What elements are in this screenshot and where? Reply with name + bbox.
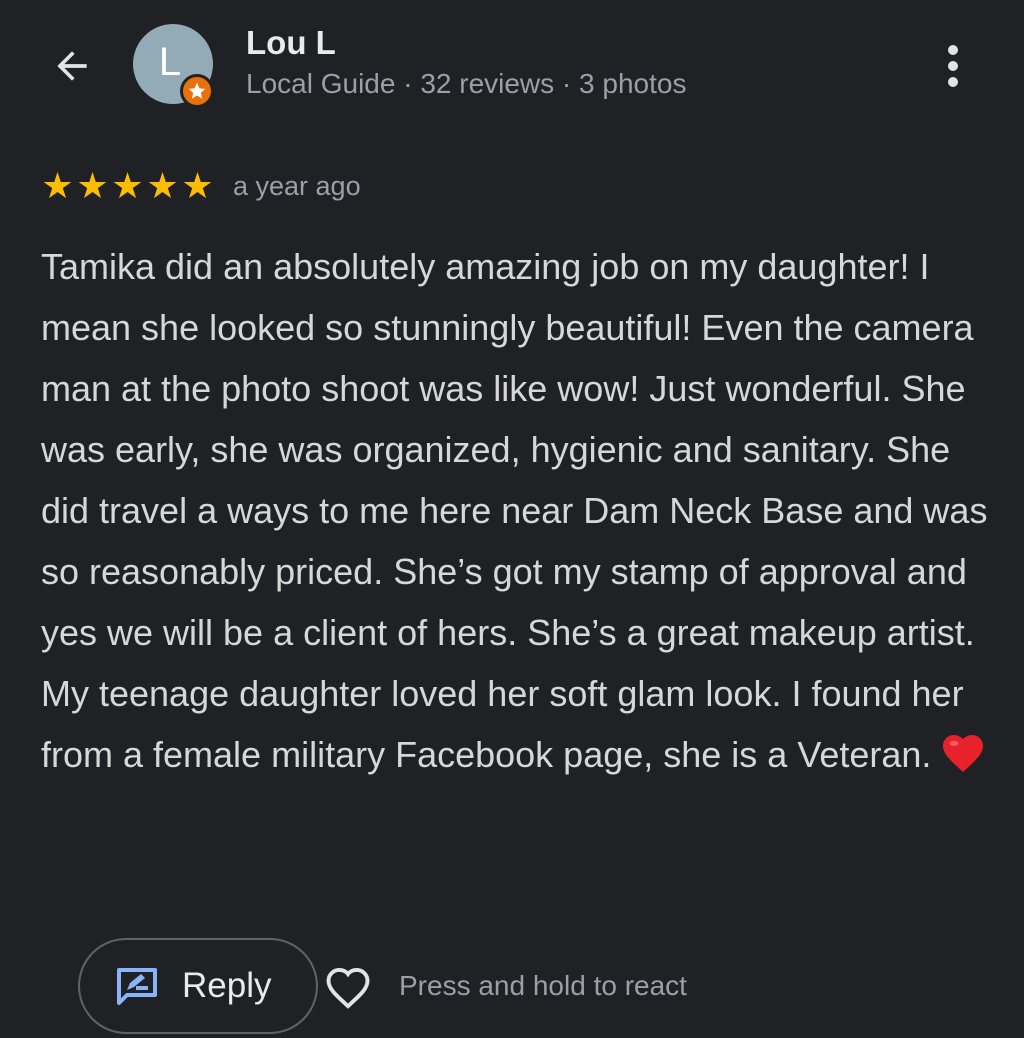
reply-edit-icon [117,968,157,1005]
review-time: a year ago [233,170,361,201]
reply-label: Reply [182,966,272,1005]
heart-outline-icon [326,968,370,1009]
user-name[interactable]: Lou L [246,24,336,62]
back-button[interactable] [44,38,100,94]
user-meta: Local Guide · 32 reviews · 3 photos [246,68,687,99]
rating-row: ★ ★ ★ ★ ★ a year ago [40,166,361,206]
arrow-back-icon [57,51,87,81]
local-guide-badge [180,74,214,108]
avatar-letter: L [158,39,182,84]
review-header: L Lou L Local Guide · 32 reviews · 3 pho… [0,0,1024,140]
react-hint: Press and hold to react [399,970,687,1001]
star-icon: ★ [76,165,109,206]
local-guide-star-icon [188,82,206,99]
more-options-button[interactable] [930,38,976,94]
star-icon: ★ [111,165,144,206]
reply-button[interactable]: Reply [78,938,318,1034]
star-icon: ★ [146,165,179,206]
star-icon: ★ [41,165,74,206]
review-text: Tamika did an absolutely amazing job on … [41,246,988,775]
star-icon: ★ [181,165,214,206]
review-actions: Reply Press and hold to react [0,938,1024,1038]
star-rating: ★ ★ ★ ★ ★ [40,168,215,204]
review-body: Tamika did an absolutely amazing job on … [41,236,991,793]
heart-emoji-icon [939,729,987,793]
more-vert-icon [948,45,958,87]
react-button[interactable] [322,962,374,1010]
